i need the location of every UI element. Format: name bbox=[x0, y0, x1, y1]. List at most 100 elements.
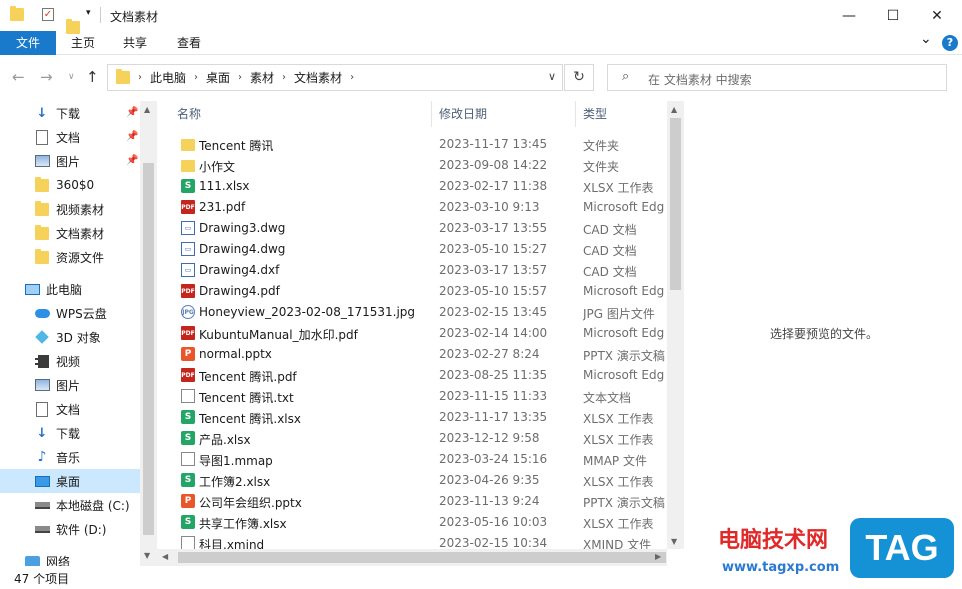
scroll-down-icon[interactable]: ▼ bbox=[144, 551, 150, 560]
plain-file-icon bbox=[181, 452, 195, 466]
tab-home[interactable]: 主页 bbox=[58, 31, 108, 55]
scroll-right-icon[interactable]: ▶ bbox=[655, 552, 661, 561]
sidebar-item-pictures[interactable]: 图片 bbox=[34, 373, 157, 397]
file-name: 小作文 bbox=[199, 160, 236, 174]
breadcrumb-materials[interactable]: 素材 bbox=[250, 69, 274, 86]
music-icon: ♪ bbox=[37, 449, 47, 465]
file-row[interactable]: Tencent 腾讯 2023-11-17 13:45 文件夹 bbox=[167, 134, 667, 155]
file-row[interactable]: S 111.xlsx 2023-02-17 11:38 XLSX 工作表 bbox=[167, 176, 667, 197]
pin-icon[interactable]: 📌 bbox=[126, 107, 138, 118]
pin-icon[interactable]: 📌 bbox=[126, 131, 138, 142]
breadcrumb-desktop[interactable]: 桌面 bbox=[206, 69, 230, 86]
sort-ascending-icon: ^ bbox=[297, 101, 305, 107]
column-divider[interactable] bbox=[431, 101, 432, 127]
file-row[interactable]: PDF 231.pdf 2023-03-10 9:13 Microsoft Edg bbox=[167, 197, 667, 218]
maximize-button[interactable]: ☐ bbox=[870, 0, 916, 31]
search-icon: ⌕ bbox=[622, 69, 630, 84]
scroll-down-icon[interactable]: ▼ bbox=[671, 537, 677, 546]
scroll-up-icon[interactable]: ▲ bbox=[144, 105, 150, 114]
file-row[interactable]: ▭ Drawing4.dxf 2023-03-17 13:57 CAD 文档 bbox=[167, 260, 667, 281]
breadcrumb-this-pc[interactable]: 此电脑 bbox=[150, 69, 186, 86]
help-icon[interactable]: ? bbox=[942, 35, 958, 51]
xlsx-file-icon: S bbox=[181, 473, 195, 487]
preview-pane: 选择要预览的文件。 bbox=[684, 101, 962, 566]
sidebar-item-doc-materials[interactable]: 文档素材 bbox=[34, 221, 157, 245]
file-row[interactable]: PDF Tencent 腾讯.pdf 2023-08-25 11:35 Microso… bbox=[167, 365, 667, 386]
sidebar-item-music[interactable]: ♪ 音乐 bbox=[34, 445, 157, 469]
sidebar-item-label: 软件 (D:) bbox=[56, 522, 107, 537]
recent-locations-icon[interactable]: ∨ bbox=[68, 72, 75, 82]
close-button[interactable]: ✕ bbox=[914, 0, 960, 31]
file-type: PPTX 演示文稿 bbox=[583, 496, 665, 510]
file-row[interactable]: P 公司年会组织.pptx 2023-11-13 9:24 PPTX 演示文稿 bbox=[167, 491, 667, 512]
sidebar-item-drive-d[interactable]: 软件 (D:) bbox=[34, 517, 157, 541]
up-arrow-icon[interactable]: ↑ bbox=[86, 68, 99, 86]
file-row[interactable]: ▭ Drawing3.dwg 2023-03-17 13:55 CAD 文档 bbox=[167, 218, 667, 239]
ribbon-expand-icon[interactable]: ⌄ bbox=[920, 31, 932, 47]
refresh-icon[interactable]: ↻ bbox=[564, 64, 594, 91]
sidebar-item-pictures-quick[interactable]: 图片 bbox=[34, 149, 157, 173]
file-type: Microsoft Edg bbox=[583, 200, 665, 214]
search-placeholder: 在 文档素材 中搜索 bbox=[648, 73, 752, 87]
file-row[interactable]: Tencent 腾讯.txt 2023-11-15 11:33 文本文档 bbox=[167, 386, 667, 407]
scroll-left-icon[interactable]: ◀ bbox=[162, 552, 168, 561]
sidebar-item-3d-objects[interactable]: 3D 对象 bbox=[34, 325, 157, 349]
file-row[interactable]: Pnormal.pptx 2023-02-27 8:24 PPTX 演示文稿 bbox=[167, 344, 667, 365]
quick-access-dropdown-icon[interactable]: ▾ bbox=[86, 8, 91, 18]
sidebar-item-network[interactable]: 网络 bbox=[24, 549, 157, 566]
file-row[interactable]: S 工作簿2.xlsx 2023-04-26 9:35 XLSX 工作表 bbox=[167, 470, 667, 491]
minimize-button[interactable]: — bbox=[826, 0, 872, 31]
tab-file[interactable]: 文件 bbox=[0, 31, 56, 55]
sidebar-item-documents[interactable]: 文档 bbox=[34, 397, 157, 421]
file-row[interactable]: S Tencent 腾讯.xlsx 2023-11-17 13:35 XLSX 工作表 bbox=[167, 407, 667, 428]
sidebar-item-resource-files[interactable]: 资源文件 bbox=[34, 245, 157, 269]
watermark-url: www.tagxp.com bbox=[722, 560, 840, 575]
sidebar-item-360[interactable]: 360$0 bbox=[34, 173, 157, 197]
sidebar-item-desktop[interactable]: 桌面 bbox=[0, 469, 140, 493]
pc-icon bbox=[24, 281, 40, 297]
column-divider[interactable] bbox=[575, 101, 576, 127]
vertical-scroll-thumb[interactable] bbox=[670, 118, 681, 290]
file-row[interactable]: ▭ Drawing4.dwg 2023-05-10 15:27 CAD 文档 bbox=[167, 239, 667, 260]
file-row[interactable]: PDF Drawing4.pdf 2023-05-10 15:57 Microsoft… bbox=[167, 281, 667, 302]
sidebar-item-drive-c[interactable]: 本地磁盘 (C:) bbox=[34, 493, 157, 517]
address-dropdown-icon[interactable]: ∨ bbox=[548, 70, 556, 83]
file-modified-date: 2023-03-17 13:57 bbox=[439, 263, 548, 277]
sidebar-item-this-pc[interactable]: 此电脑 bbox=[24, 277, 157, 301]
sidebar-item-downloads[interactable]: ↓ 下载 bbox=[34, 421, 157, 445]
sidebar-item-videos[interactable]: 视频 bbox=[34, 349, 157, 373]
file-row[interactable]: 导图1.mmap 2023-03-24 15:16 MMAP 文件 bbox=[167, 449, 667, 470]
file-modified-date: 2023-02-15 13:45 bbox=[439, 305, 548, 319]
sidebar-item-wps-cloud[interactable]: WPS云盘 bbox=[34, 301, 157, 325]
tab-view[interactable]: 查看 bbox=[164, 31, 214, 55]
horizontal-scroll-thumb[interactable] bbox=[178, 552, 666, 563]
search-input[interactable]: ⌕ 在 文档素材 中搜索 bbox=[607, 64, 947, 91]
folder-icon bbox=[116, 69, 130, 84]
sidebar-item-video-materials[interactable]: 视频素材 bbox=[34, 197, 157, 221]
download-icon: ↓ bbox=[36, 425, 48, 441]
forward-arrow-icon[interactable]: → bbox=[40, 68, 53, 86]
address-bar[interactable]: › 此电脑 › 桌面 › 素材 › 文档素材 › ∨ bbox=[107, 64, 563, 91]
file-row[interactable]: S 共享工作簿.xlsx 2023-05-16 10:03 XLSX 工作表 bbox=[167, 512, 667, 533]
tab-share[interactable]: 共享 bbox=[110, 31, 160, 55]
column-header-date[interactable]: 修改日期 bbox=[439, 101, 487, 127]
sidebar-item-documents-quick[interactable]: 文档 bbox=[34, 125, 157, 149]
sidebar-item-label: 音乐 bbox=[56, 450, 81, 465]
column-header-name[interactable]: 名称 bbox=[177, 101, 201, 127]
column-header-type[interactable]: 类型 bbox=[583, 101, 607, 127]
file-row[interactable]: JPG Honeyview_2023-02-08_171531.jpg 2023-0… bbox=[167, 302, 667, 323]
scroll-up-icon[interactable]: ▲ bbox=[671, 105, 677, 114]
file-name: 工作簿2.xlsx bbox=[199, 475, 271, 489]
properties-icon[interactable]: ✓ bbox=[42, 8, 54, 21]
back-arrow-icon[interactable]: ← bbox=[12, 68, 25, 86]
sidebar-scroll-thumb[interactable] bbox=[143, 163, 154, 535]
file-row[interactable]: 小作文 2023-09-08 14:22 文件夹 bbox=[167, 155, 667, 176]
sidebar-item-downloads-quick[interactable]: ↓ 下载 bbox=[34, 101, 157, 125]
file-row[interactable]: S 产品.xlsx 2023-12-12 9:58 XLSX 工作表 bbox=[167, 428, 667, 449]
pin-icon[interactable]: 📌 bbox=[126, 155, 138, 166]
file-row[interactable]: PDF KubuntuManual_加水印.pdf 2023-02-14 14:00… bbox=[167, 323, 667, 344]
breadcrumb-doc-materials[interactable]: 文档素材 bbox=[294, 69, 342, 86]
cube-icon bbox=[34, 329, 50, 345]
navigation-pane: ↓ 下载 📌 文档 📌 图片 📌 360$0 视频素材 文档素材 资源文件 此电脑… bbox=[0, 101, 157, 566]
file-modified-date: 2023-02-17 11:38 bbox=[439, 179, 548, 193]
